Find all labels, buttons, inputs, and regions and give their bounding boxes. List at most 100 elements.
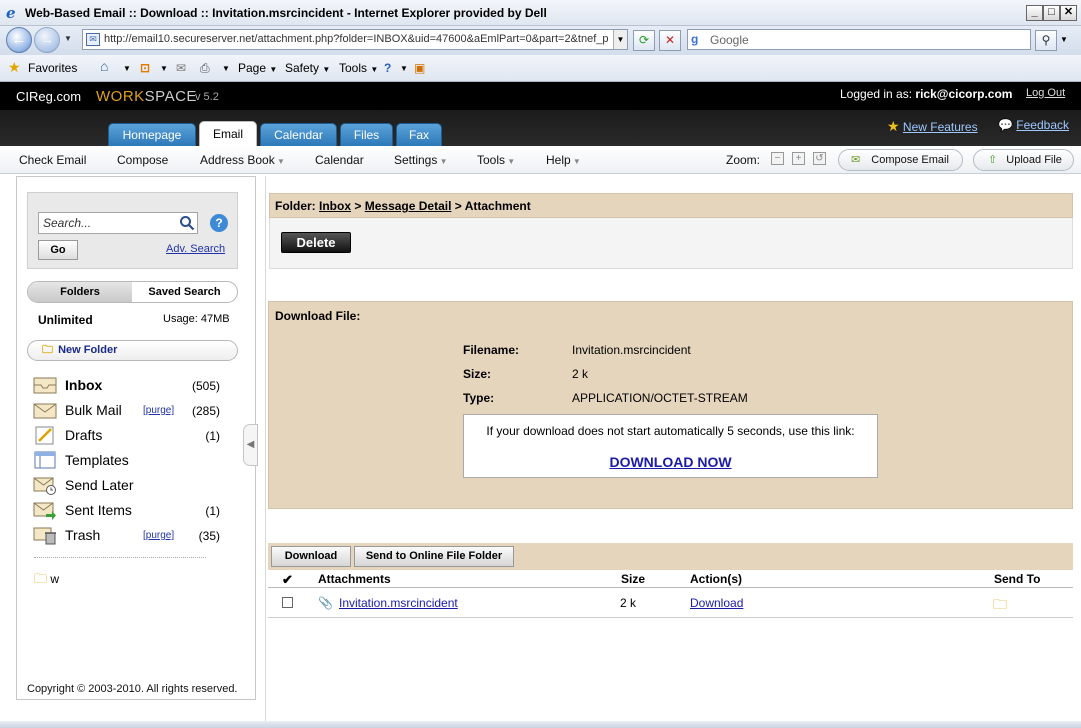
check-email-menu[interactable]: Check Email <box>19 153 86 167</box>
feeds-icon[interactable]: ⊡ <box>140 61 150 75</box>
purge-link[interactable]: [purge] <box>143 405 174 416</box>
delete-button[interactable]: Delete <box>281 232 351 253</box>
compose-menu[interactable]: Compose <box>117 153 168 167</box>
folder-divider <box>34 557 206 558</box>
search-options-icon[interactable]: ▼ <box>1060 35 1068 44</box>
tools-menu-app[interactable]: Tools ▼ <box>477 153 515 167</box>
feeds-dropdown-icon[interactable]: ▼ <box>160 64 168 73</box>
crumb-inbox-link[interactable]: Inbox <box>319 199 351 213</box>
home-dropdown-icon[interactable]: ▼ <box>123 64 131 73</box>
new-folder-button[interactable]: 🗀 New Folder <box>27 340 238 361</box>
filename-value: Invitation.msrcincident <box>572 343 691 357</box>
attachment-name-link[interactable]: Invitation.msrcincident <box>339 596 458 610</box>
feedback-link[interactable]: 💬 Feedback <box>998 118 1069 132</box>
mail-search-input[interactable]: Search... <box>38 212 198 234</box>
maximize-button[interactable]: □ <box>1043 5 1060 21</box>
tab-calendar[interactable]: Calendar <box>260 123 337 146</box>
folder-trash[interactable]: Trash [purge] (35) <box>31 524 226 548</box>
paperclip-icon: 📎 <box>318 596 333 610</box>
tools-menu[interactable]: Tools ▼ <box>339 61 378 75</box>
type-value: APPLICATION/OCTET-STREAM <box>572 391 748 405</box>
refresh-button[interactable]: ⟳ <box>633 30 655 51</box>
print-dropdown-icon[interactable]: ▼ <box>222 64 230 73</box>
address-book-menu[interactable]: Address Book ▼ <box>200 153 285 167</box>
select-all-checkbox[interactable]: ✔ <box>282 572 293 588</box>
tab-saved-search[interactable]: Saved Search <box>132 282 237 302</box>
print-icon[interactable]: ⎙ <box>200 61 210 76</box>
compose-email-button[interactable]: ✉ Compose Email <box>838 149 963 171</box>
search-go-icon[interactable]: ⚲ <box>1035 30 1057 51</box>
favorites-bar: ★ Favorites ⌂ ▼ ⊡ ▼ ✉ ⎙ ▼ Page ▼ Safety … <box>0 55 1081 82</box>
crumb-message-detail-link[interactable]: Message Detail <box>365 199 452 213</box>
web-search-input[interactable]: g Google <box>687 29 1031 50</box>
download-button[interactable]: Download <box>271 546 351 567</box>
size-label: Size: <box>463 367 492 381</box>
tab-fax[interactable]: Fax <box>396 123 442 146</box>
download-box: If your download does not start automati… <box>463 414 878 478</box>
row-checkbox[interactable] <box>282 597 293 608</box>
col-attachments: Attachments <box>318 572 391 586</box>
folder-bulk-mail[interactable]: Bulk Mail [purge] (285) <box>31 399 226 423</box>
window-title-bar: e Web-Based Email :: Download :: Invitat… <box>0 0 1081 26</box>
upload-icon: ⇧ <box>988 154 998 166</box>
help-dropdown-icon[interactable]: ▼ <box>400 64 408 73</box>
attachment-download-link[interactable]: Download <box>690 596 743 610</box>
quota-label: Unlimited <box>38 313 93 327</box>
page-menu[interactable]: Page ▼ <box>238 61 277 75</box>
address-dropdown-icon[interactable]: ▼ <box>613 30 627 49</box>
download-now-link[interactable]: DOWNLOAD NOW <box>464 454 877 470</box>
stop-button[interactable]: ✕ <box>659 30 681 51</box>
folder-sent-items[interactable]: Sent Items (1) <box>31 499 226 523</box>
send-to-folder-icon[interactable]: 🗀 <box>993 594 1007 618</box>
folder-drafts[interactable]: Drafts (1) <box>31 424 226 448</box>
purge-link[interactable]: [purge] <box>143 530 174 541</box>
send-to-online-folder-button[interactable]: Send to Online File Folder <box>354 546 514 567</box>
folder-icon: 🗀 <box>34 571 48 586</box>
send-later-icon <box>33 477 56 495</box>
tab-email[interactable]: Email <box>199 121 257 146</box>
window-title: Web-Based Email :: Download :: Invitatio… <box>25 6 547 20</box>
adv-search-link[interactable]: Adv. Search <box>166 243 225 255</box>
new-features-link[interactable]: ★ New Features <box>887 118 978 135</box>
close-window-button[interactable]: ✕ <box>1060 5 1077 21</box>
filename-label: Filename: <box>463 343 520 357</box>
address-input[interactable]: ✉ http://email10.secureserver.net/attach… <box>82 29 628 50</box>
favorites-button[interactable]: Favorites <box>28 61 77 75</box>
version-label: v 5.2 <box>195 91 219 103</box>
folder-send-later[interactable]: Send Later <box>31 474 226 498</box>
safety-menu[interactable]: Safety ▼ <box>285 61 330 75</box>
breadcrumb: Folder: Inbox > Message Detail > Attachm… <box>269 193 1073 218</box>
help-icon[interactable]: ? <box>384 61 391 75</box>
settings-menu[interactable]: Settings ▼ <box>394 153 448 167</box>
research-icon[interactable]: ▣ <box>414 61 425 75</box>
back-button[interactable]: ← <box>6 27 32 53</box>
search-icon[interactable] <box>179 215 195 231</box>
help-menu[interactable]: Help ▼ <box>546 153 581 167</box>
calendar-menu[interactable]: Calendar <box>315 153 364 167</box>
logout-link[interactable]: Log Out <box>1026 87 1065 99</box>
sent-items-icon <box>33 502 56 520</box>
search-placeholder: Google <box>710 33 749 47</box>
go-button[interactable]: Go <box>38 240 78 260</box>
folder-inbox[interactable]: Inbox (505) <box>31 374 226 398</box>
tab-homepage[interactable]: Homepage <box>108 123 196 146</box>
upload-file-button[interactable]: ⇧ Upload File <box>973 149 1074 171</box>
search-help-icon[interactable]: ? <box>210 214 228 232</box>
folder-custom[interactable]: 🗀 w <box>34 570 59 592</box>
tab-folders[interactable]: Folders <box>28 282 132 302</box>
zoom-reset-icon[interactable]: ↺ <box>813 152 826 165</box>
folder-templates[interactable]: Templates <box>31 449 226 473</box>
star-icon: ★ <box>8 59 21 75</box>
collapse-sidebar-icon[interactable]: ◀ <box>243 424 258 466</box>
page-icon: ✉ <box>86 33 100 46</box>
delete-row <box>269 218 1073 269</box>
tab-files[interactable]: Files <box>340 123 393 146</box>
mail-icon[interactable]: ✉ <box>176 61 186 75</box>
zoom-in-icon[interactable]: + <box>792 152 805 165</box>
workspace-logo: WORKSPACE <box>96 88 197 105</box>
zoom-out-icon[interactable]: − <box>771 152 784 165</box>
home-icon[interactable]: ⌂ <box>100 58 108 74</box>
history-dropdown-icon[interactable]: ▼ <box>64 34 72 43</box>
minimize-button[interactable]: _ <box>1026 5 1043 21</box>
forward-button[interactable]: → <box>34 27 60 53</box>
